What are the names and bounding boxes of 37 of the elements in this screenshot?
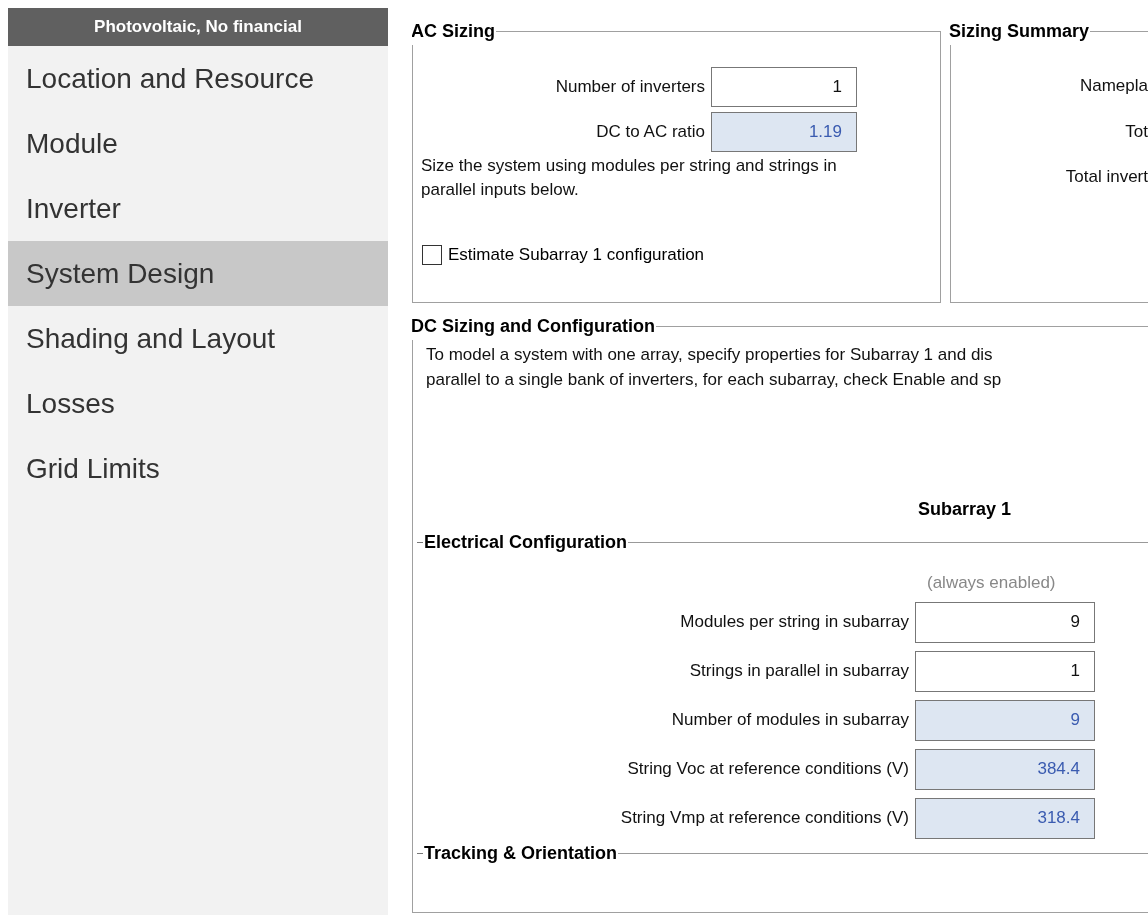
description-text: parallel to a single bank of inverters, for each subarray, check Enable and sp: [426, 369, 1003, 391]
field-label: Strings in parallel in subarray: [688, 660, 909, 683]
group-title: DC Sizing and Configuration: [412, 315, 656, 338]
field-label: Modules per string in subarray: [679, 611, 909, 634]
sidebar-item[interactable]: Inverter: [8, 176, 388, 241]
group-title: AC Sizing: [412, 20, 496, 43]
field-label: Tot: [1125, 120, 1148, 143]
field-label: String Voc at reference conditions (V): [626, 758, 909, 781]
field-label: String Vmp at reference conditions (V): [619, 807, 909, 830]
value-field[interactable]: 9: [915, 601, 1095, 643]
sidebar-item[interactable]: Module: [8, 111, 388, 176]
value-field[interactable]: 9: [915, 699, 1095, 741]
description-text: To model a system with one array, specify properties for Subarray 1 and dis: [426, 344, 994, 366]
sidebar-item[interactable]: Shading and Layout: [8, 306, 388, 371]
section-title: Tracking & Orientation: [423, 841, 619, 865]
field-label: Namepla: [1079, 75, 1148, 97]
checkbox-label: Estimate Subarray 1 configuration: [448, 244, 705, 266]
group-title: Sizing Summary: [949, 20, 1091, 43]
status-text: (always enabled): [927, 572, 1057, 594]
sidebar-item[interactable]: Losses: [8, 371, 388, 436]
field-label: Number of inverters: [554, 76, 705, 99]
value-field[interactable]: 1: [711, 67, 857, 107]
sidebar-item[interactable]: Location and Resource: [8, 46, 388, 111]
section-title: Electrical Configuration: [423, 531, 629, 554]
value-field[interactable]: 1.19: [711, 112, 857, 152]
field-label: DC to AC ratio: [595, 121, 705, 144]
value-field[interactable]: 1: [915, 650, 1095, 692]
checkbox[interactable]: [422, 244, 442, 265]
note-text: Size the system using modules per string and strings in parallel inputs below.: [421, 155, 838, 201]
field-label: Total invert: [1065, 166, 1148, 188]
value-field[interactable]: 384.4: [915, 748, 1095, 790]
sidebar-item[interactable]: System Design: [8, 241, 388, 306]
field-label: Number of modules in subarray: [670, 709, 909, 732]
sidebar-header: Photovoltaic, No financial: [8, 8, 388, 46]
column-heading: Subarray 1: [918, 498, 1012, 521]
sidebar-item[interactable]: Grid Limits: [8, 436, 388, 501]
value-field[interactable]: 318.4: [915, 797, 1095, 839]
